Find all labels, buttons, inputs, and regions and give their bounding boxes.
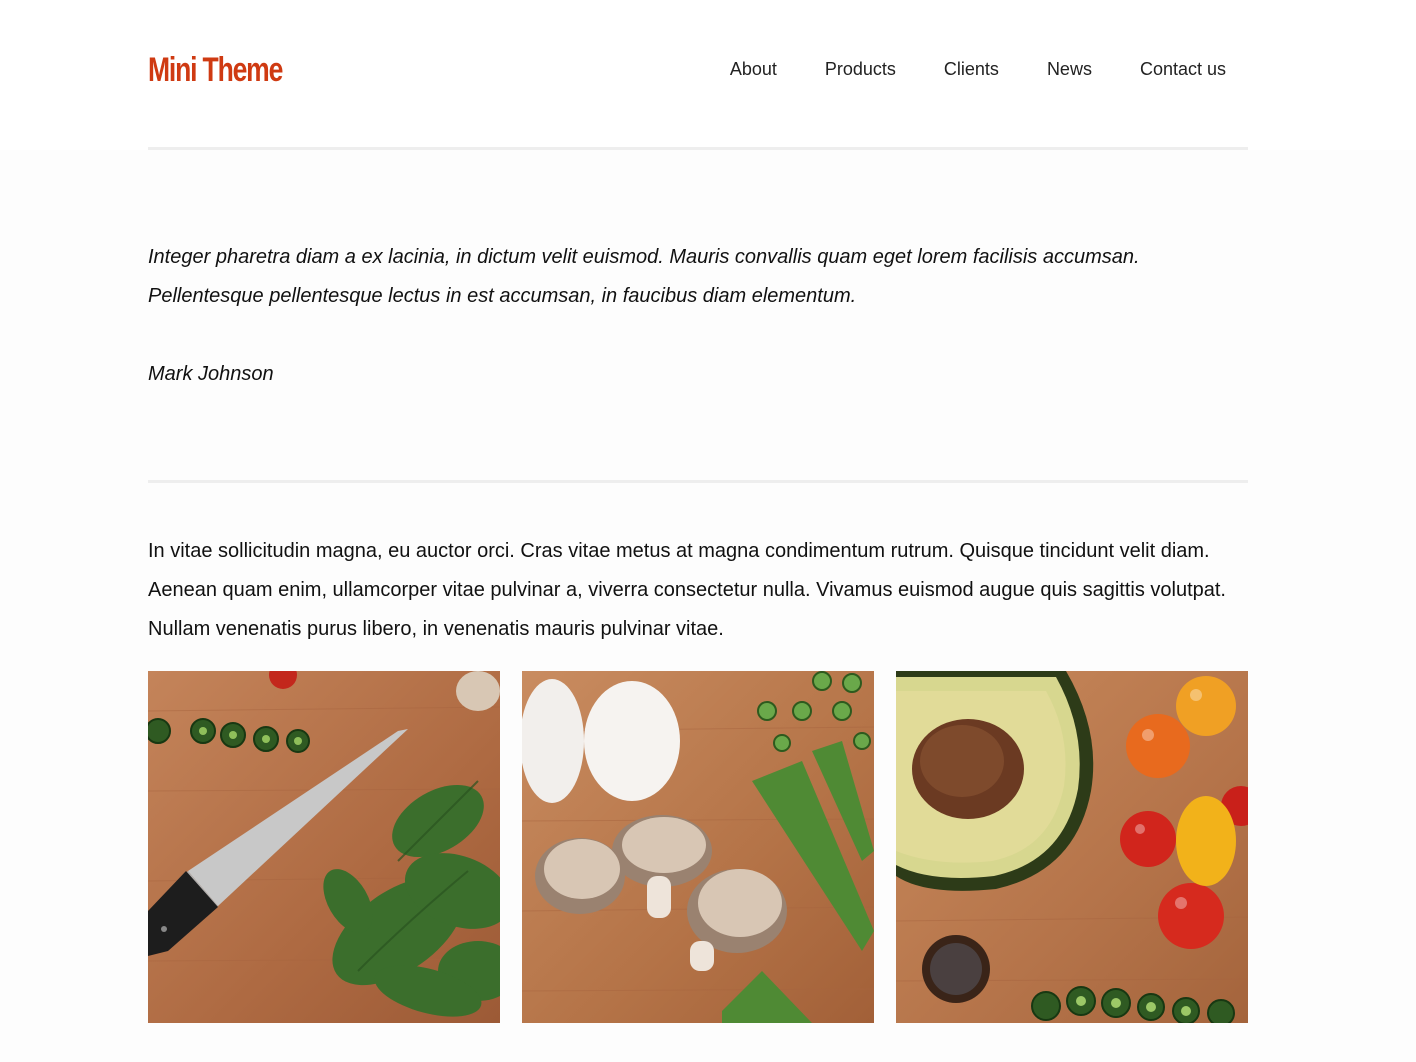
section-divider — [148, 480, 1248, 483]
nav-link-products[interactable]: Products — [825, 58, 896, 80]
body-paragraph: In vitae sollicitudin magna, eu auctor o… — [148, 540, 1226, 640]
main-nav: About Products Clients News Contact us — [730, 58, 1226, 80]
nav-link-clients[interactable]: Clients — [944, 58, 999, 80]
nav-link-about[interactable]: About — [730, 58, 777, 80]
avocado-tomatoes-photo — [896, 671, 1248, 1023]
header-divider — [148, 147, 1248, 150]
nav-link-contact[interactable]: Contact us — [1140, 58, 1226, 80]
testimonial-author: Mark Johnson — [148, 363, 274, 385]
knife-spinach-photo — [148, 671, 500, 1023]
site-header: Mini Theme About Products Clients News C… — [0, 0, 1416, 150]
nav-link-news[interactable]: News — [1047, 58, 1092, 80]
eggs-mushrooms-photo — [522, 671, 874, 1023]
site-logo[interactable]: Mini Theme — [148, 48, 283, 92]
testimonial-quote: Integer pharetra diam a ex lacinia, in d… — [148, 246, 1140, 307]
image-gallery — [148, 671, 1248, 1023]
